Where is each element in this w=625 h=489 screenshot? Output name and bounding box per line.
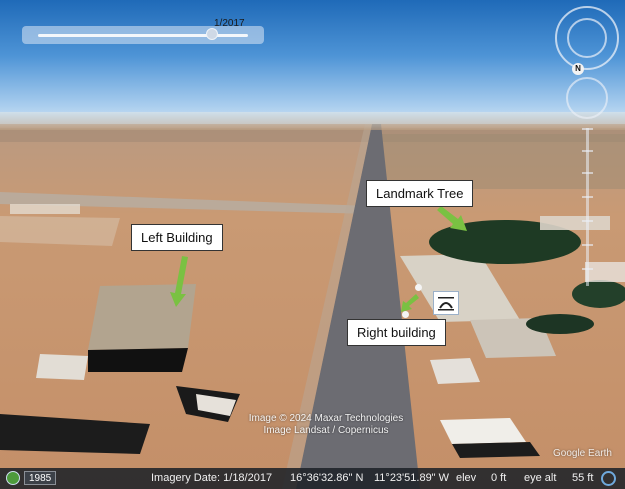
brand-watermark: Google Earth: [553, 448, 612, 459]
zoom-tick: [582, 268, 593, 270]
eye-altitude-value: 55 ft: [572, 472, 594, 484]
eye-altitude-label: eye alt: [524, 472, 557, 484]
placemark-handle[interactable]: [402, 311, 409, 318]
placemark-handle[interactable]: [415, 284, 422, 291]
latitude-readout: 16°36'32.86" N: [290, 472, 364, 484]
earth-3d-viewport[interactable]: 1/2017 N Left Building Landmark Tree Rig…: [0, 0, 625, 489]
placemark-icon[interactable]: [433, 291, 459, 315]
annotation-landmark-tree: Landmark Tree: [366, 180, 474, 207]
zoom-tick: [582, 196, 593, 198]
attribution-line-1: Image © 2024 Maxar Technologies: [248, 413, 404, 424]
historical-year-badge[interactable]: 1985: [24, 471, 57, 485]
globe-icon[interactable]: [6, 471, 20, 485]
zoom-tick: [582, 128, 593, 130]
annotation-left-building: Left Building: [131, 224, 223, 251]
elevation-value: 0 ft: [491, 472, 507, 484]
status-bar: 1985 Imagery Date: 1/18/2017 16°36'32.86…: [0, 468, 625, 489]
streaming-indicator-icon: [601, 471, 616, 486]
horizon-haze: [0, 112, 625, 130]
zoom-tick: [582, 244, 593, 246]
slider-knob[interactable]: [206, 28, 219, 40]
imagery-date: Imagery Date: 1/18/2017: [151, 472, 273, 484]
north-indicator-icon[interactable]: N: [572, 63, 584, 75]
attribution-line-2: Image Landsat / Copernicus: [263, 425, 389, 436]
compass-icon[interactable]: [555, 6, 619, 70]
imagery-attribution: Image © 2024 Maxar Technologies Image La…: [226, 413, 426, 437]
sky: [0, 0, 625, 124]
look-joystick-icon[interactable]: [566, 77, 608, 119]
annotation-right-building: Right building: [347, 319, 446, 346]
zoom-tick: [582, 220, 593, 222]
elevation-label: elev: [456, 472, 477, 484]
longitude-readout: 11°23'51.89" W: [374, 472, 450, 484]
zoom-tick: [582, 150, 593, 152]
zoom-tick: [582, 172, 593, 174]
compass-ring[interactable]: [567, 18, 607, 58]
slider-date-label: 1/2017: [214, 18, 245, 29]
